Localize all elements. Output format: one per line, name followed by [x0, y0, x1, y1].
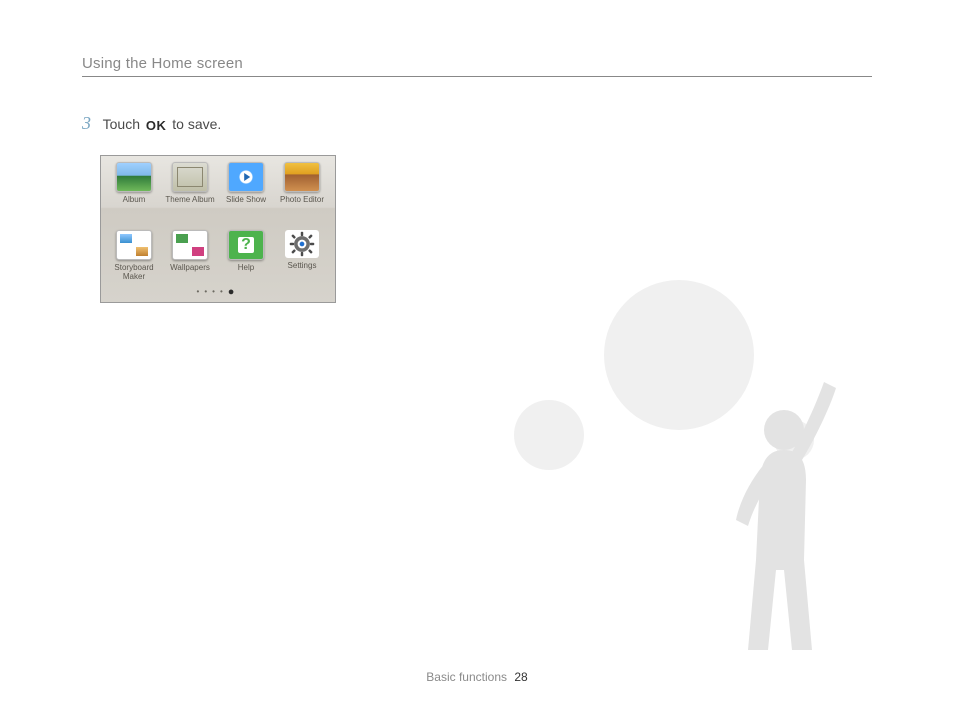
storyboard-maker-icon — [116, 230, 152, 260]
app-settings: Settings — [275, 230, 329, 292]
page-indicator: ••••● — [101, 286, 335, 298]
footer-section: Basic functions — [426, 670, 507, 684]
ok-icon: OK — [144, 118, 169, 133]
photo-editor-icon — [284, 162, 320, 192]
app-slide-show: Slide Show — [219, 162, 273, 228]
wallpapers-icon — [172, 230, 208, 260]
slide-show-icon — [228, 162, 264, 192]
page-section-header: Using the Home screen — [82, 55, 872, 77]
pager-dot-active: ● — [228, 286, 240, 298]
bubble-icon — [774, 420, 814, 460]
page-footer: Basic functions 28 — [0, 670, 954, 684]
step-instruction: 3 Touch OK to save. — [82, 113, 221, 134]
step-number: 3 — [82, 113, 91, 133]
footer-page-number: 28 — [514, 670, 527, 684]
app-label: Storyboard Maker — [108, 263, 160, 281]
bubble-icon — [774, 490, 802, 518]
bubble-icon — [514, 400, 584, 470]
app-theme-album: Theme Album — [163, 162, 217, 228]
app-label: Wallpapers — [170, 263, 210, 272]
app-grid: Album Theme Album Slide Show Photo Edito… — [101, 156, 335, 292]
decorative-illustration — [474, 280, 894, 660]
app-label: Slide Show — [226, 195, 266, 204]
step-text-prefix: Touch — [103, 116, 144, 132]
app-label: Settings — [288, 261, 317, 270]
settings-icon — [285, 230, 319, 258]
pager-dot: • — [212, 287, 220, 296]
gear-icon — [288, 230, 316, 258]
app-label: Photo Editor — [280, 195, 324, 204]
app-label: Album — [123, 195, 146, 204]
home-screen-screenshot: Album Theme Album Slide Show Photo Edito… — [100, 155, 336, 303]
app-label: Theme Album — [165, 195, 214, 204]
app-photo-editor: Photo Editor — [275, 162, 329, 228]
bubble-icon — [604, 280, 754, 430]
pager-dot: • — [204, 287, 212, 296]
theme-album-icon — [172, 162, 208, 192]
app-storyboard-maker: Storyboard Maker — [107, 230, 161, 292]
app-album: Album — [107, 162, 161, 228]
app-wallpapers: Wallpapers — [163, 230, 217, 292]
header-title: Using the Home screen — [82, 55, 243, 72]
pager-dot: • — [220, 287, 228, 296]
child-pointing-icon — [674, 360, 874, 660]
manual-page: Using the Home screen 3 Touch OK to save… — [0, 0, 954, 720]
help-glyph: ? — [238, 237, 254, 253]
album-icon — [116, 162, 152, 192]
step-text-suffix: to save. — [172, 116, 221, 132]
help-icon: ? — [228, 230, 264, 260]
app-label: Help — [238, 263, 254, 272]
app-help: ? Help — [219, 230, 273, 292]
